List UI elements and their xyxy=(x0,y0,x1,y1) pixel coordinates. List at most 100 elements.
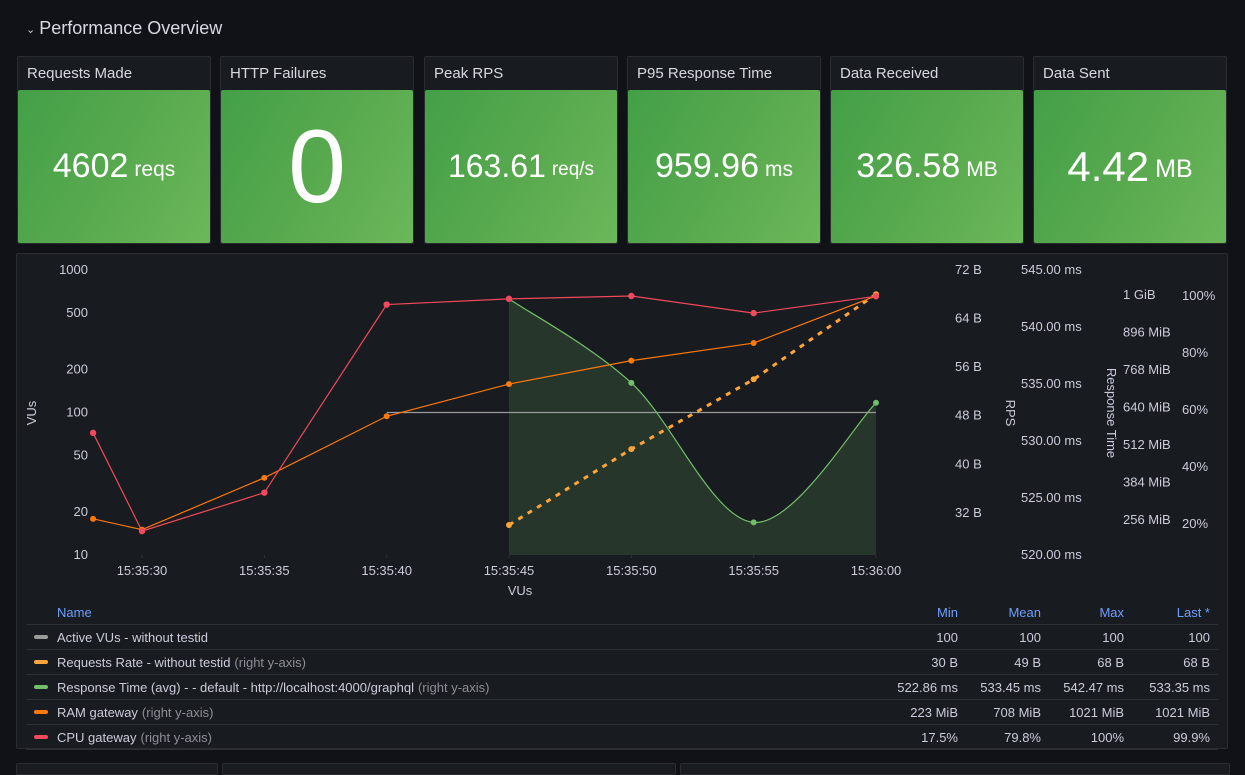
next-panel-stub xyxy=(16,763,218,775)
vus-axis-tick: 50 xyxy=(74,447,88,462)
x-tick-label: 15:35:30 xyxy=(117,563,168,578)
ram-axis-tick: 768 MiB xyxy=(1123,362,1171,377)
data-point-ram-gateway xyxy=(628,357,635,364)
response-time-axis-tick: 525.00 ms xyxy=(1021,490,1082,505)
series-label: Response Time (avg) - - default - http:/… xyxy=(57,679,414,695)
series-area-response-time-avg-default-http-localhost-4000-graphql xyxy=(509,298,876,555)
rps-axis-tick: 48 B xyxy=(955,408,982,423)
legend-row[interactable]: RAM gateway (right y-axis) 223 MiB 708 MiB 1… xyxy=(26,700,1218,725)
series-label: RAM gateway xyxy=(57,704,138,720)
response-time-axis-label: Response Time xyxy=(1104,368,1119,458)
legend-last: 100 xyxy=(1188,629,1210,645)
series-label: CPU gateway xyxy=(57,729,137,745)
ram-axis-tick: 384 MiB xyxy=(1123,475,1171,490)
axis-hint: (right y-axis) xyxy=(234,654,306,670)
rps-axis-tick: 64 B xyxy=(955,311,982,326)
data-point-response-time-avg-default-http-localhost-4000-graphql xyxy=(628,379,635,386)
response-time-axis-tick: 545.00 ms xyxy=(1021,262,1082,277)
legend-min: 30 B xyxy=(931,654,958,670)
data-point-ram-gateway xyxy=(506,381,512,388)
legend-max: 100% xyxy=(1090,729,1124,745)
timeseries-chart[interactable]: 15:35:30 15:35:35 15:35:40 15:35:45 15:35:50… xyxy=(0,0,1245,600)
chart-lines xyxy=(92,293,877,532)
legend-max: 68 B xyxy=(1097,654,1124,670)
legend-last: 99.9% xyxy=(1173,729,1210,745)
data-point-requests-rate-without-testid xyxy=(628,446,635,453)
legend-last: 68 B xyxy=(1183,654,1210,670)
data-point-ram-gateway xyxy=(90,515,97,522)
legend-row[interactable]: CPU gateway (right y-axis) 17.5% 79.8% 100% 9… xyxy=(26,725,1218,750)
rps-axis-tick: 56 B xyxy=(955,359,982,374)
legend-series-name[interactable]: Response Time (avg) - - default - http:/… xyxy=(26,680,876,695)
series-color-swatch[interactable] xyxy=(34,735,48,739)
data-point-cpu-gateway xyxy=(261,489,268,496)
axis-hint: (right y-axis) xyxy=(417,679,490,695)
response-time-axis-tick: 520.00 ms xyxy=(1021,547,1082,562)
legend-header-last[interactable]: Last * xyxy=(1126,605,1218,620)
rps-axis-tick: 72 B xyxy=(955,262,982,277)
legend-last: 1021 MiB xyxy=(1155,704,1210,720)
data-point-requests-rate-without-testid xyxy=(506,522,512,528)
legend-series-name[interactable]: RAM gateway (right y-axis) xyxy=(26,705,876,720)
legend-last: 533.35 ms xyxy=(1149,679,1210,695)
legend-header-min[interactable]: Min xyxy=(876,605,960,620)
series-label: Active VUs - without testid xyxy=(57,629,208,645)
cpu-axis-tick: 60% xyxy=(1182,402,1208,417)
legend-min: 17.5% xyxy=(921,729,958,745)
legend-mean: 708 MiB xyxy=(993,704,1041,720)
legend-mean: 533.45 ms xyxy=(980,679,1041,695)
x-tick-label: 15:35:45 xyxy=(484,563,535,578)
data-point-cpu-gateway xyxy=(628,292,635,300)
x-tick-label: 15:35:35 xyxy=(239,563,290,578)
series-color-swatch[interactable] xyxy=(34,635,48,639)
axis-hint: (right y-axis) xyxy=(140,729,212,745)
series-color-swatch[interactable] xyxy=(34,685,48,689)
response-time-axis-tick: 540.00 ms xyxy=(1021,319,1082,334)
x-tick-label: 15:35:55 xyxy=(728,563,779,578)
x-tick-label: 15:35:40 xyxy=(361,563,412,578)
legend-row[interactable]: Active VUs - without testid 100 100 100 100 xyxy=(26,625,1218,650)
series-color-swatch[interactable] xyxy=(34,710,48,714)
series-line-cpu-gateway xyxy=(92,295,877,532)
ram-axis-tick: 256 MiB xyxy=(1123,512,1171,527)
x-axis-label: VUs xyxy=(508,583,533,598)
data-point-requests-rate-without-testid xyxy=(750,376,757,383)
rps-axis-tick: 32 B xyxy=(955,505,982,520)
next-panel-stub xyxy=(680,763,1230,775)
series-label: Requests Rate - without testid xyxy=(57,654,231,670)
data-point-cpu-gateway xyxy=(89,429,97,436)
legend-series-name[interactable]: CPU gateway (right y-axis) xyxy=(26,730,876,745)
legend-min: 100 xyxy=(936,629,958,645)
vus-axis-tick: 200 xyxy=(66,362,88,377)
vus-axis-tick: 20 xyxy=(74,504,88,519)
legend-max: 542.47 ms xyxy=(1063,679,1124,695)
series-color-swatch[interactable] xyxy=(34,660,48,664)
data-point-cpu-gateway xyxy=(505,295,513,303)
rps-axis-label: RPS xyxy=(1003,400,1018,427)
cpu-axis-tick: 80% xyxy=(1182,345,1208,360)
vus-axis-tick: 1000 xyxy=(59,262,88,277)
data-point-ram-gateway xyxy=(383,413,390,420)
legend-mean: 79.8% xyxy=(1004,729,1041,745)
legend-header: Name Min Mean Max Last * xyxy=(26,600,1218,625)
legend-series-name[interactable]: Active VUs - without testid xyxy=(26,630,876,645)
x-tick-label: 15:35:50 xyxy=(606,563,657,578)
legend-row[interactable]: Response Time (avg) - - default - http:/… xyxy=(26,675,1218,700)
legend-header-mean[interactable]: Mean xyxy=(960,605,1043,620)
cpu-axis-tick: 20% xyxy=(1182,516,1208,531)
legend-max: 1021 MiB xyxy=(1069,704,1124,720)
legend-header-name[interactable]: Name xyxy=(26,605,876,620)
legend-row[interactable]: Requests Rate - without testid (right y-a… xyxy=(26,650,1218,675)
legend-max: 100 xyxy=(1102,629,1124,645)
legend-min: 522.86 ms xyxy=(897,679,958,695)
data-point-response-time-avg-default-http-localhost-4000-graphql xyxy=(873,399,879,406)
chart-grid xyxy=(141,555,877,558)
legend-mean: 49 B xyxy=(1014,654,1041,670)
legend-series-name[interactable]: Requests Rate - without testid (right y-a… xyxy=(26,655,876,670)
legend-mean: 100 xyxy=(1019,629,1041,645)
ram-axis-tick: 1 GiB xyxy=(1123,287,1156,302)
data-point-cpu-gateway xyxy=(872,293,880,300)
next-panel-stub xyxy=(222,763,676,775)
legend-header-max[interactable]: Max xyxy=(1043,605,1126,620)
response-time-axis-tick: 535.00 ms xyxy=(1021,376,1082,391)
